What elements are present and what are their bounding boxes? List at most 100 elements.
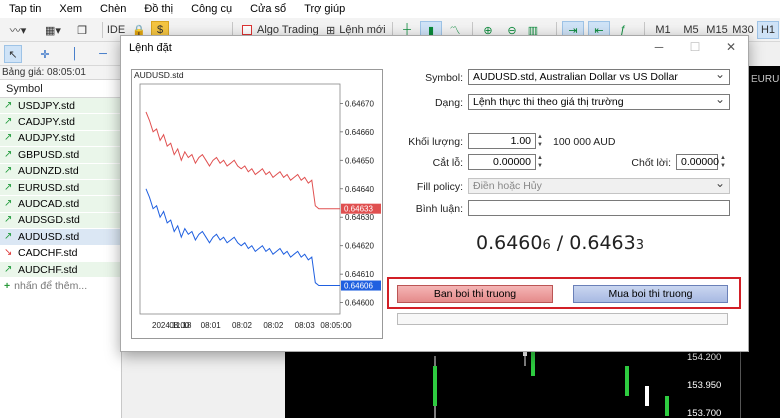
- buy-by-market-button[interactable]: Mua boi thi truong: [573, 285, 728, 303]
- take-profit-input[interactable]: 0.00000: [676, 154, 719, 170]
- market-watch-header: Bảng giá: 08:05:01: [0, 66, 121, 80]
- ask-price: 0.6463: [569, 232, 636, 254]
- comment-label: Bình luận:: [415, 203, 463, 215]
- volume-input[interactable]: 1.00: [468, 133, 536, 149]
- arrow-up-icon: ↗: [4, 263, 13, 275]
- symbol-row[interactable]: ↗ AUDCAD.std: [0, 196, 121, 213]
- symbol-row[interactable]: ↗ USDJPY.std: [0, 98, 121, 115]
- chart-template-icon[interactable]: ▦▾: [36, 21, 70, 39]
- y-tick-label: 0.64600: [345, 299, 374, 308]
- stop-loss-stepper-icon[interactable]: ▲ ▼: [536, 154, 544, 170]
- menu-charts[interactable]: Đồ thị: [135, 0, 182, 18]
- add-symbol-row[interactable]: + nhấn để thêm...: [0, 278, 121, 294]
- stop-loss-label: Cắt lỗ:: [432, 157, 463, 169]
- symbol-label: Symbol:: [425, 72, 463, 84]
- menu-window[interactable]: Cửa sổ: [241, 0, 295, 18]
- minimize-icon[interactable]: ─: [649, 39, 669, 55]
- profiles-icon[interactable]: ❐: [74, 21, 90, 39]
- symbol-row[interactable]: ↗ AUDUSD.std: [0, 229, 121, 246]
- take-profit-stepper-icon[interactable]: ▲ ▼: [719, 154, 727, 170]
- take-profit-label: Chốt lời:: [631, 157, 671, 169]
- arrow-up-icon: ↗: [4, 198, 13, 210]
- symbol-name: AUDUSD.std: [18, 230, 80, 243]
- symbol-list: ↗ USDJPY.std ↗ CADJPY.std ↗ AUDJPY.std ↗ GBPUSD…: [0, 98, 121, 279]
- x-tick-label: 08:02: [232, 321, 253, 330]
- symbol-select[interactable]: AUDUSD.std, Australian Dollar vs US Doll…: [468, 67, 730, 85]
- menu-insert[interactable]: Chèn: [91, 0, 135, 18]
- ask-pip: 3: [635, 238, 645, 253]
- menu-bar: Tap tin Xem Chèn Đồ thị Công cụ Cửa sổ T…: [0, 0, 780, 18]
- maximize-icon[interactable]: ☐: [685, 39, 705, 55]
- y-tick-label: 0.64650: [345, 156, 374, 165]
- sell-by-market-button[interactable]: Ban boi thi truong: [397, 285, 553, 303]
- line-chart-icon[interactable]: 〰▾: [4, 21, 32, 39]
- symbol-name: AUDJPY.std: [18, 132, 75, 145]
- symbol-row[interactable]: ↗ AUDCHF.std: [0, 261, 121, 279]
- last-price-label: 0.64633: [344, 205, 373, 214]
- volume-stepper-icon[interactable]: ▲ ▼: [536, 133, 544, 149]
- dialog-title: Lệnh đặt: [129, 42, 172, 54]
- x-tick-label: 08:01: [201, 321, 222, 330]
- symbol-row[interactable]: ↘ CADCHF.std: [0, 245, 121, 262]
- x-tick-label: 08:00: [169, 321, 190, 330]
- y-tick-label: 0.64630: [345, 213, 374, 222]
- arrow-up-icon: ↗: [4, 165, 13, 177]
- y-tick-label: 0.64610: [345, 270, 374, 279]
- tick-chart: AUDUSD.std 0.64670 0.64660 0.64650 0.64640 0.…: [131, 69, 383, 339]
- x-tick-label: 08:03: [295, 321, 316, 330]
- symbol-row[interactable]: ↗ GBPUSD.std: [0, 147, 121, 164]
- menu-file[interactable]: Tap tin: [0, 0, 50, 18]
- plus-icon: +: [4, 280, 11, 293]
- arrow-down-icon: ↘: [4, 247, 13, 259]
- add-symbol-label: nhấn để thêm...: [14, 280, 88, 293]
- symbol-row[interactable]: ↗ AUDJPY.std: [0, 130, 121, 148]
- arrow-up-icon: ↗: [4, 132, 13, 144]
- x-tick-label: 08:05:00: [320, 321, 352, 330]
- volume-note: 100 000 AUD: [553, 136, 616, 148]
- symbol-row[interactable]: ↗ CADJPY.std: [0, 114, 121, 131]
- fill-policy-label: Fill policy:: [416, 181, 463, 193]
- arrow-up-icon: ↗: [4, 116, 13, 128]
- vertical-line-icon[interactable]: │: [66, 45, 84, 63]
- series-line: [145, 111, 340, 210]
- close-icon[interactable]: ✕: [721, 39, 741, 55]
- bid-pip: 6: [542, 238, 551, 253]
- symbol-name: EURUSD.std: [18, 181, 80, 194]
- symbol-row[interactable]: ↗ AUDNZD.std: [0, 163, 121, 180]
- menu-tools[interactable]: Công cụ: [182, 0, 241, 18]
- arrow-up-icon: ↗: [4, 99, 13, 111]
- symbol-name: AUDCHF.std: [18, 263, 78, 276]
- fill-policy-select[interactable]: Điền hoặc Hủy: [468, 176, 730, 194]
- volume-label: Khối lượng:: [408, 136, 463, 148]
- symbol-name: CADCHF.std: [18, 247, 78, 260]
- type-label: Dạng:: [434, 97, 463, 109]
- menu-help[interactable]: Trợ giúp: [295, 0, 354, 18]
- timeframe-h1[interactable]: H1: [757, 21, 779, 39]
- y-tick-label: 0.64660: [345, 128, 374, 137]
- algo-trading-icon: [242, 25, 252, 35]
- arrow-up-icon: ↗: [4, 181, 13, 193]
- cursor-icon[interactable]: ↖: [4, 45, 22, 63]
- bid-price: 0.6460: [476, 232, 543, 254]
- horizontal-line-icon[interactable]: ─: [94, 45, 112, 63]
- symbol-row[interactable]: ↗ EURUSD.std: [0, 179, 121, 197]
- symbol-column-header[interactable]: Symbol: [0, 80, 121, 98]
- symbol-name: USDJPY.std: [18, 99, 75, 112]
- symbol-row[interactable]: ↗ AUDSGD.std: [0, 212, 121, 230]
- stop-loss-input[interactable]: 0.00000: [468, 154, 536, 170]
- order-type-select[interactable]: Lệnh thực thi theo giá thị trường: [468, 92, 730, 110]
- arrow-up-icon: ↗: [4, 214, 13, 226]
- menu-view[interactable]: Xem: [50, 0, 91, 18]
- order-dialog: Lệnh đặt ─ ☐ ✕ AUDUSD.std 0.64670 0.64660 0…: [120, 35, 749, 352]
- arrow-up-icon: ↗: [4, 148, 13, 160]
- price-label: 153.950: [687, 380, 722, 391]
- symbol-name: AUDSGD.std: [18, 214, 80, 227]
- comment-input[interactable]: [468, 200, 730, 216]
- status-bar: [397, 313, 728, 325]
- y-tick-label: 0.64670: [345, 99, 374, 108]
- drawing-toolbar: ↖ ✛ │ ─: [0, 42, 122, 66]
- x-tick-label: 08:02: [263, 321, 284, 330]
- tick-chart-svg: AUDUSD.std 0.64670 0.64660 0.64650 0.64640 0.…: [134, 70, 381, 330]
- chart-tab-label[interactable]: EURU: [751, 74, 779, 85]
- crosshair-icon[interactable]: ✛: [36, 45, 54, 63]
